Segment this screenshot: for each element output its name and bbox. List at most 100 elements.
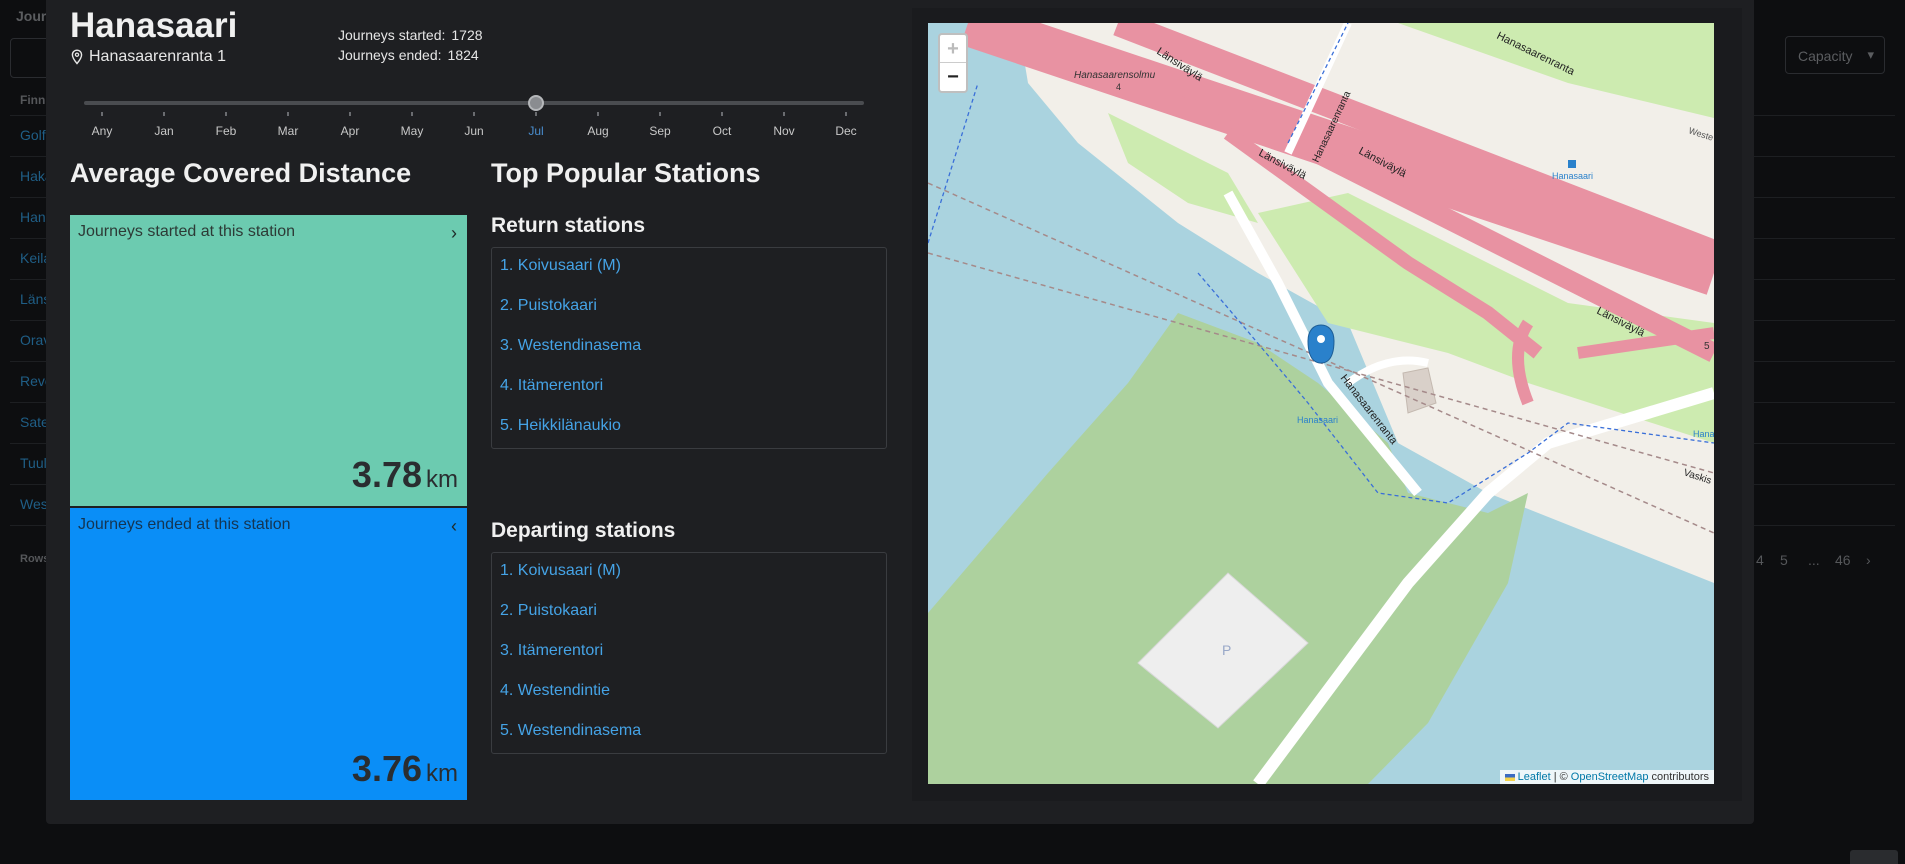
chevron-left-icon[interactable]: ‹ [451, 516, 457, 537]
background-row[interactable]: Sate [20, 414, 49, 430]
background-search-input[interactable] [10, 38, 50, 78]
marker-label: Hanasaari [1297, 415, 1338, 425]
departing-station-link[interactable]: 2. Puistokaari [492, 593, 886, 633]
month-slider[interactable]: Any Jan Feb Mar Apr May Jun Jul Aug Sep Oct Nov Dec [84, 92, 864, 142]
station-address: Hanasaarenranta 1 [70, 48, 226, 66]
osm-link[interactable]: OpenStreetMap [1571, 771, 1649, 783]
departing-station-link[interactable]: 3. Itämerentori [492, 633, 886, 673]
page-button[interactable]: 5 [1780, 552, 1788, 568]
attribution-separator: | © [1553, 771, 1568, 783]
distance-ended-value: 3.76 km [352, 748, 458, 790]
capacity-select[interactable]: Capacity ▾ [1785, 36, 1885, 74]
slider-mark [597, 112, 599, 116]
distance-unit: km [426, 760, 458, 787]
background-row[interactable]: Golf [20, 127, 46, 143]
slider-mark [721, 112, 723, 116]
background-column-header: Finni [20, 93, 49, 107]
station-map[interactable]: P Länsiväylä Länsiväylä Länsiväylä Länsi… [928, 23, 1714, 784]
ukraine-flag-icon [1504, 773, 1515, 781]
map-tiles[interactable]: P Länsiväylä Länsiväylä Länsiväylä Länsi… [928, 23, 1714, 784]
next-page-icon[interactable]: › [1866, 552, 1871, 568]
month-option[interactable]: Sep [649, 124, 670, 138]
month-option[interactable]: May [401, 124, 424, 138]
departing-stations-heading: Departing stations [491, 519, 676, 542]
slider-mark [535, 112, 537, 116]
average-distance-heading: Average Covered Distance [70, 158, 412, 188]
slider-mark [473, 112, 475, 116]
distance-started-card[interactable]: Journeys started at this station › 3.78 k… [70, 215, 467, 506]
slider-mark [783, 112, 785, 116]
parking-label: P [1222, 642, 1231, 658]
departing-station-link[interactable]: 5. Westendinasema [492, 713, 886, 753]
popular-stations-heading: Top Popular Stations [491, 158, 761, 188]
month-option[interactable]: Dec [835, 124, 856, 138]
month-option[interactable]: Nov [773, 124, 794, 138]
page-button[interactable]: 4 [1756, 552, 1764, 568]
return-stations-heading: Return stations [491, 214, 646, 237]
return-station-link[interactable]: 3. Westendinasema [492, 328, 886, 368]
page-button[interactable]: 46 [1835, 552, 1851, 568]
month-option[interactable]: Jun [464, 124, 483, 138]
leaflet-link[interactable]: Leaflet [1518, 771, 1551, 783]
station-name: Hanasaari [70, 6, 238, 45]
background-row[interactable]: Tuul [20, 455, 47, 471]
chevron-down-icon: ▾ [1867, 47, 1874, 62]
distance-started-number: 3.78 [351, 454, 422, 495]
exit-label: 5 [1704, 341, 1710, 352]
slider-mark [287, 112, 289, 116]
month-option[interactable]: Oct [713, 124, 732, 138]
journeys-started-value: 1728 [451, 27, 483, 43]
journeys-ended-value: 1824 [447, 47, 479, 63]
month-option[interactable]: Feb [216, 124, 237, 138]
bus-stop-label: Hana [1693, 429, 1714, 439]
departing-stations-list: 1. Koivusaari (M) 2. Puistokaari 3. Itäm… [491, 552, 887, 754]
slider-thumb[interactable] [528, 95, 544, 111]
return-station-link[interactable]: 1. Koivusaari (M) [492, 248, 886, 288]
distance-ended-number: 3.76 [351, 748, 422, 789]
slider-mark [845, 112, 847, 116]
departing-station-link[interactable]: 4. Westendintie [492, 673, 886, 713]
bus-stop-icon [1568, 160, 1576, 168]
slider-mark [349, 112, 351, 116]
slider-mark [163, 112, 165, 116]
distance-ended-card[interactable]: Journeys ended at this station ‹ 3.76 km [70, 508, 467, 800]
map-attribution: Leaflet | © OpenStreetMap contributors [1499, 770, 1714, 784]
background-row[interactable]: Wes [20, 496, 48, 512]
distance-unit: km [426, 466, 458, 493]
month-option[interactable]: Apr [341, 124, 360, 138]
station-marker-icon[interactable] [1307, 324, 1335, 364]
journeys-ended-label: Journeys ended: [338, 47, 442, 63]
return-stations-list: 1. Koivusaari (M) 2. Puistokaari 3. West… [491, 247, 887, 449]
slider-mark [101, 112, 103, 116]
month-option[interactable]: Any [92, 124, 113, 138]
month-option[interactable]: Mar [278, 124, 299, 138]
bus-stop-label: Hanasaari [1552, 171, 1593, 181]
attribution-suffix: contributors [1651, 771, 1709, 783]
return-station-link[interactable]: 2. Puistokaari [492, 288, 886, 328]
junction-label: Hanasaarensolmu [1074, 70, 1156, 81]
rows-per-page-label: Rows [20, 553, 50, 565]
background-button[interactable] [1850, 850, 1898, 864]
departing-station-link[interactable]: 1. Koivusaari (M) [492, 553, 886, 593]
slider-mark [225, 112, 227, 116]
slider-track[interactable] [84, 101, 864, 105]
slider-mark [411, 112, 413, 116]
exit-label: 4 [1116, 82, 1121, 92]
capacity-label: Capacity [1798, 48, 1853, 64]
location-pin-icon [71, 49, 83, 65]
return-station-link[interactable]: 4. Itämerentori [492, 368, 886, 408]
month-option[interactable]: Jan [154, 124, 173, 138]
map-zoom-control: + − [938, 33, 968, 93]
month-option[interactable]: Aug [587, 124, 608, 138]
station-address-text: Hanasaarenranta 1 [89, 48, 226, 65]
month-option[interactable]: Jul [528, 124, 543, 138]
pagination-ellipsis: ... [1808, 552, 1820, 568]
distance-ended-label: Journeys ended at this station [78, 516, 291, 533]
distance-started-label: Journeys started at this station [78, 223, 295, 240]
journey-stats: Journeys started: 1728 Journeys ended: 182… [338, 25, 483, 65]
zoom-in-button[interactable]: + [940, 35, 966, 63]
zoom-out-button[interactable]: − [940, 63, 966, 91]
return-station-link[interactable]: 5. Heikkilänaukio [492, 408, 886, 448]
chevron-right-icon[interactable]: › [451, 223, 457, 244]
slider-mark [659, 112, 661, 116]
